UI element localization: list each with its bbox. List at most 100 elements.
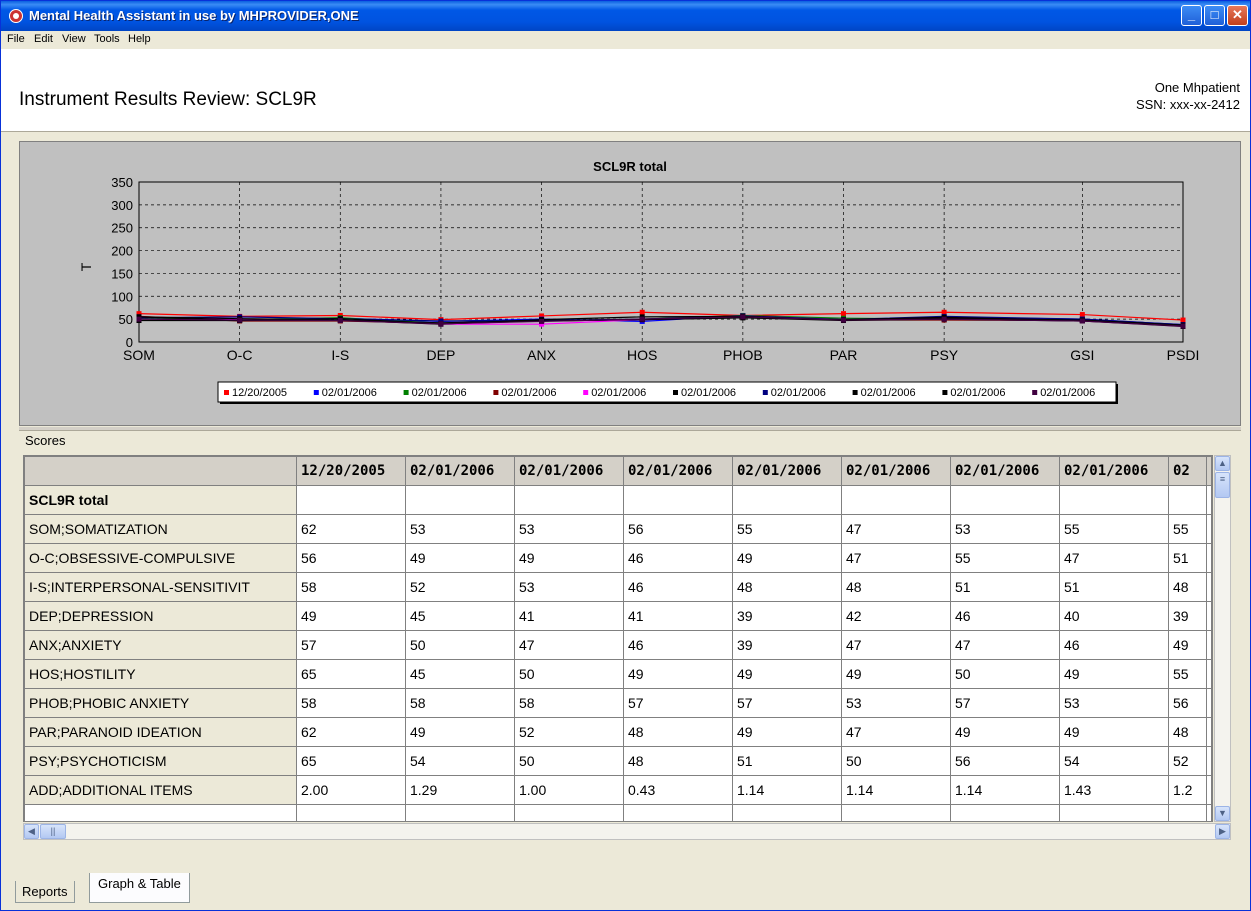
scroll-right-icon[interactable]: ▶ bbox=[1215, 824, 1230, 839]
score-cell: 48 bbox=[1168, 717, 1207, 747]
tab-reports[interactable]: Reports bbox=[15, 881, 75, 903]
score-cell: 49 bbox=[514, 543, 624, 573]
legend-marker bbox=[852, 390, 858, 395]
column-header[interactable]: 02/01/2006 bbox=[1059, 456, 1169, 486]
column-header[interactable]: 02/01/2006 bbox=[732, 456, 842, 486]
window-title: Mental Health Assistant in use by MHPROV… bbox=[29, 8, 359, 23]
score-cell: 58 bbox=[405, 688, 515, 718]
table-row[interactable]: HOS;HOSTILITY 65 45 50 49 49 49 50 49 55 bbox=[24, 659, 1212, 689]
empty-cell bbox=[1206, 543, 1212, 573]
score-cell: 50 bbox=[514, 746, 624, 776]
menu-view[interactable]: View bbox=[62, 33, 86, 45]
empty-cell bbox=[1206, 630, 1212, 660]
empty-cell bbox=[950, 485, 1060, 515]
panel-splitter[interactable] bbox=[19, 427, 1241, 431]
scroll-down-icon[interactable]: ▼ bbox=[1215, 806, 1230, 821]
score-cell: 49 bbox=[405, 717, 515, 747]
data-point bbox=[539, 318, 545, 324]
legend-marker bbox=[583, 390, 589, 395]
menu-help[interactable]: Help bbox=[128, 33, 151, 45]
hscroll-thumb[interactable]: || bbox=[40, 824, 66, 839]
table-row[interactable]: ADD;ADDITIONAL ITEMS 2.00 1.29 1.00 0.43 1.14… bbox=[24, 775, 1212, 805]
table-row[interactable]: O-C;OBSESSIVE-COMPULSIVE 56 49 49 46 49 47 55 47… bbox=[24, 543, 1212, 573]
vertical-scrollbar[interactable]: ▲ ≡ ▼ bbox=[1214, 455, 1231, 822]
empty-cell bbox=[1168, 804, 1207, 821]
score-cell: 2.00 bbox=[296, 775, 406, 805]
score-cell: 49 bbox=[841, 659, 951, 689]
score-cell: 48 bbox=[623, 717, 733, 747]
menu-file[interactable]: File bbox=[7, 33, 25, 45]
score-cell: 1.14 bbox=[841, 775, 951, 805]
legend-marker bbox=[224, 390, 229, 395]
score-cell: 52 bbox=[1168, 746, 1207, 776]
tab-graph-table[interactable]: Graph & Table bbox=[89, 873, 190, 903]
table-row[interactable]: I-S;INTERPERSONAL-SENSITIVIT 58 52 53 46 48 48… bbox=[24, 572, 1212, 602]
minimize-button[interactable]: _ bbox=[1181, 5, 1202, 26]
empty-cell bbox=[514, 804, 624, 821]
column-header[interactable]: 02/01/2006 bbox=[405, 456, 515, 486]
menu-tools[interactable]: Tools bbox=[94, 33, 120, 45]
legend-entry: 02/01/2006 bbox=[771, 387, 826, 399]
score-cell: 58 bbox=[514, 688, 624, 718]
score-cell: 50 bbox=[514, 659, 624, 689]
score-cell: 46 bbox=[1059, 630, 1169, 660]
empty-cell bbox=[732, 804, 842, 821]
data-point bbox=[1079, 312, 1085, 318]
score-cell: 0.43 bbox=[623, 775, 733, 805]
x-tick-label: PHOB bbox=[723, 347, 763, 363]
legend-marker bbox=[493, 390, 499, 395]
empty-cell bbox=[296, 485, 406, 515]
score-cell: 53 bbox=[514, 572, 624, 602]
column-header[interactable]: 02/01/2006 bbox=[841, 456, 951, 486]
column-header[interactable]: 12/20/2005 bbox=[296, 456, 406, 486]
score-cell: 53 bbox=[514, 514, 624, 544]
column-header[interactable]: 02/01/2006 bbox=[623, 456, 733, 486]
score-cell: 48 bbox=[1168, 572, 1207, 602]
y-tick-label: 150 bbox=[111, 266, 133, 281]
score-cell: 51 bbox=[732, 746, 842, 776]
legend-marker bbox=[942, 390, 948, 395]
data-point bbox=[438, 321, 444, 327]
empty-cell bbox=[1206, 485, 1212, 515]
table-row[interactable]: SOM;SOMATIZATION 62 53 53 56 55 47 53 55 55 bbox=[24, 514, 1212, 544]
x-tick-label: I-S bbox=[331, 347, 349, 363]
table-row[interactable]: PHOB;PHOBIC ANXIETY 58 58 58 57 57 53 57 53 56 bbox=[24, 688, 1212, 718]
score-cell: 49 bbox=[1059, 717, 1169, 747]
score-cell: 65 bbox=[296, 659, 406, 689]
page-header: Instrument Results Review: SCL9R One Mhp… bbox=[1, 49, 1250, 132]
app-icon[interactable] bbox=[9, 9, 23, 23]
table-row[interactable]: ANX;ANXIETY 57 50 47 46 39 47 47 46 49 bbox=[24, 630, 1212, 660]
empty-cell bbox=[950, 804, 1060, 821]
legend-entry: 02/01/2006 bbox=[412, 387, 467, 399]
x-tick-label: GSI bbox=[1070, 347, 1094, 363]
column-header[interactable]: 02/01/2006 bbox=[514, 456, 624, 486]
scroll-thumb[interactable]: ≡ bbox=[1215, 472, 1230, 498]
column-header[interactable]: 02/01/2006 bbox=[950, 456, 1060, 486]
data-point bbox=[840, 311, 846, 317]
column-header[interactable]: 02 bbox=[1168, 456, 1207, 486]
score-cell: 57 bbox=[623, 688, 733, 718]
score-cell: 1.2 bbox=[1168, 775, 1207, 805]
score-cell: 50 bbox=[950, 659, 1060, 689]
scroll-left-icon[interactable]: ◀ bbox=[24, 824, 39, 839]
y-tick-label: 300 bbox=[111, 198, 133, 213]
score-cell: 49 bbox=[950, 717, 1060, 747]
score-cell: 49 bbox=[732, 659, 842, 689]
title-bar[interactable]: Mental Health Assistant in use by MHPROV… bbox=[1, 1, 1250, 31]
table-row[interactable]: DEP;DEPRESSION 49 45 41 41 39 42 46 40 39 bbox=[24, 601, 1212, 631]
x-tick-label: O-C bbox=[227, 347, 253, 363]
score-cell: 41 bbox=[514, 601, 624, 631]
maximize-button[interactable]: □ bbox=[1204, 5, 1225, 26]
score-cell: 42 bbox=[841, 601, 951, 631]
row-label: SOM;SOMATIZATION bbox=[24, 514, 297, 544]
table-row[interactable]: PSY;PSYCHOTICISM 65 54 50 48 51 50 56 54 52 bbox=[24, 746, 1212, 776]
score-cell: 41 bbox=[623, 601, 733, 631]
close-button[interactable]: ✕ bbox=[1227, 5, 1248, 26]
table-row[interactable]: PAR;PARANOID IDEATION 62 49 52 48 49 47 49 49 48 bbox=[24, 717, 1212, 747]
score-cell: 40 bbox=[1059, 601, 1169, 631]
scroll-up-icon[interactable]: ▲ bbox=[1215, 456, 1230, 471]
score-cell: 55 bbox=[732, 514, 842, 544]
menu-edit[interactable]: Edit bbox=[34, 33, 53, 45]
score-cell: 53 bbox=[950, 514, 1060, 544]
horizontal-scrollbar[interactable]: ◀ || ▶ bbox=[23, 823, 1231, 840]
